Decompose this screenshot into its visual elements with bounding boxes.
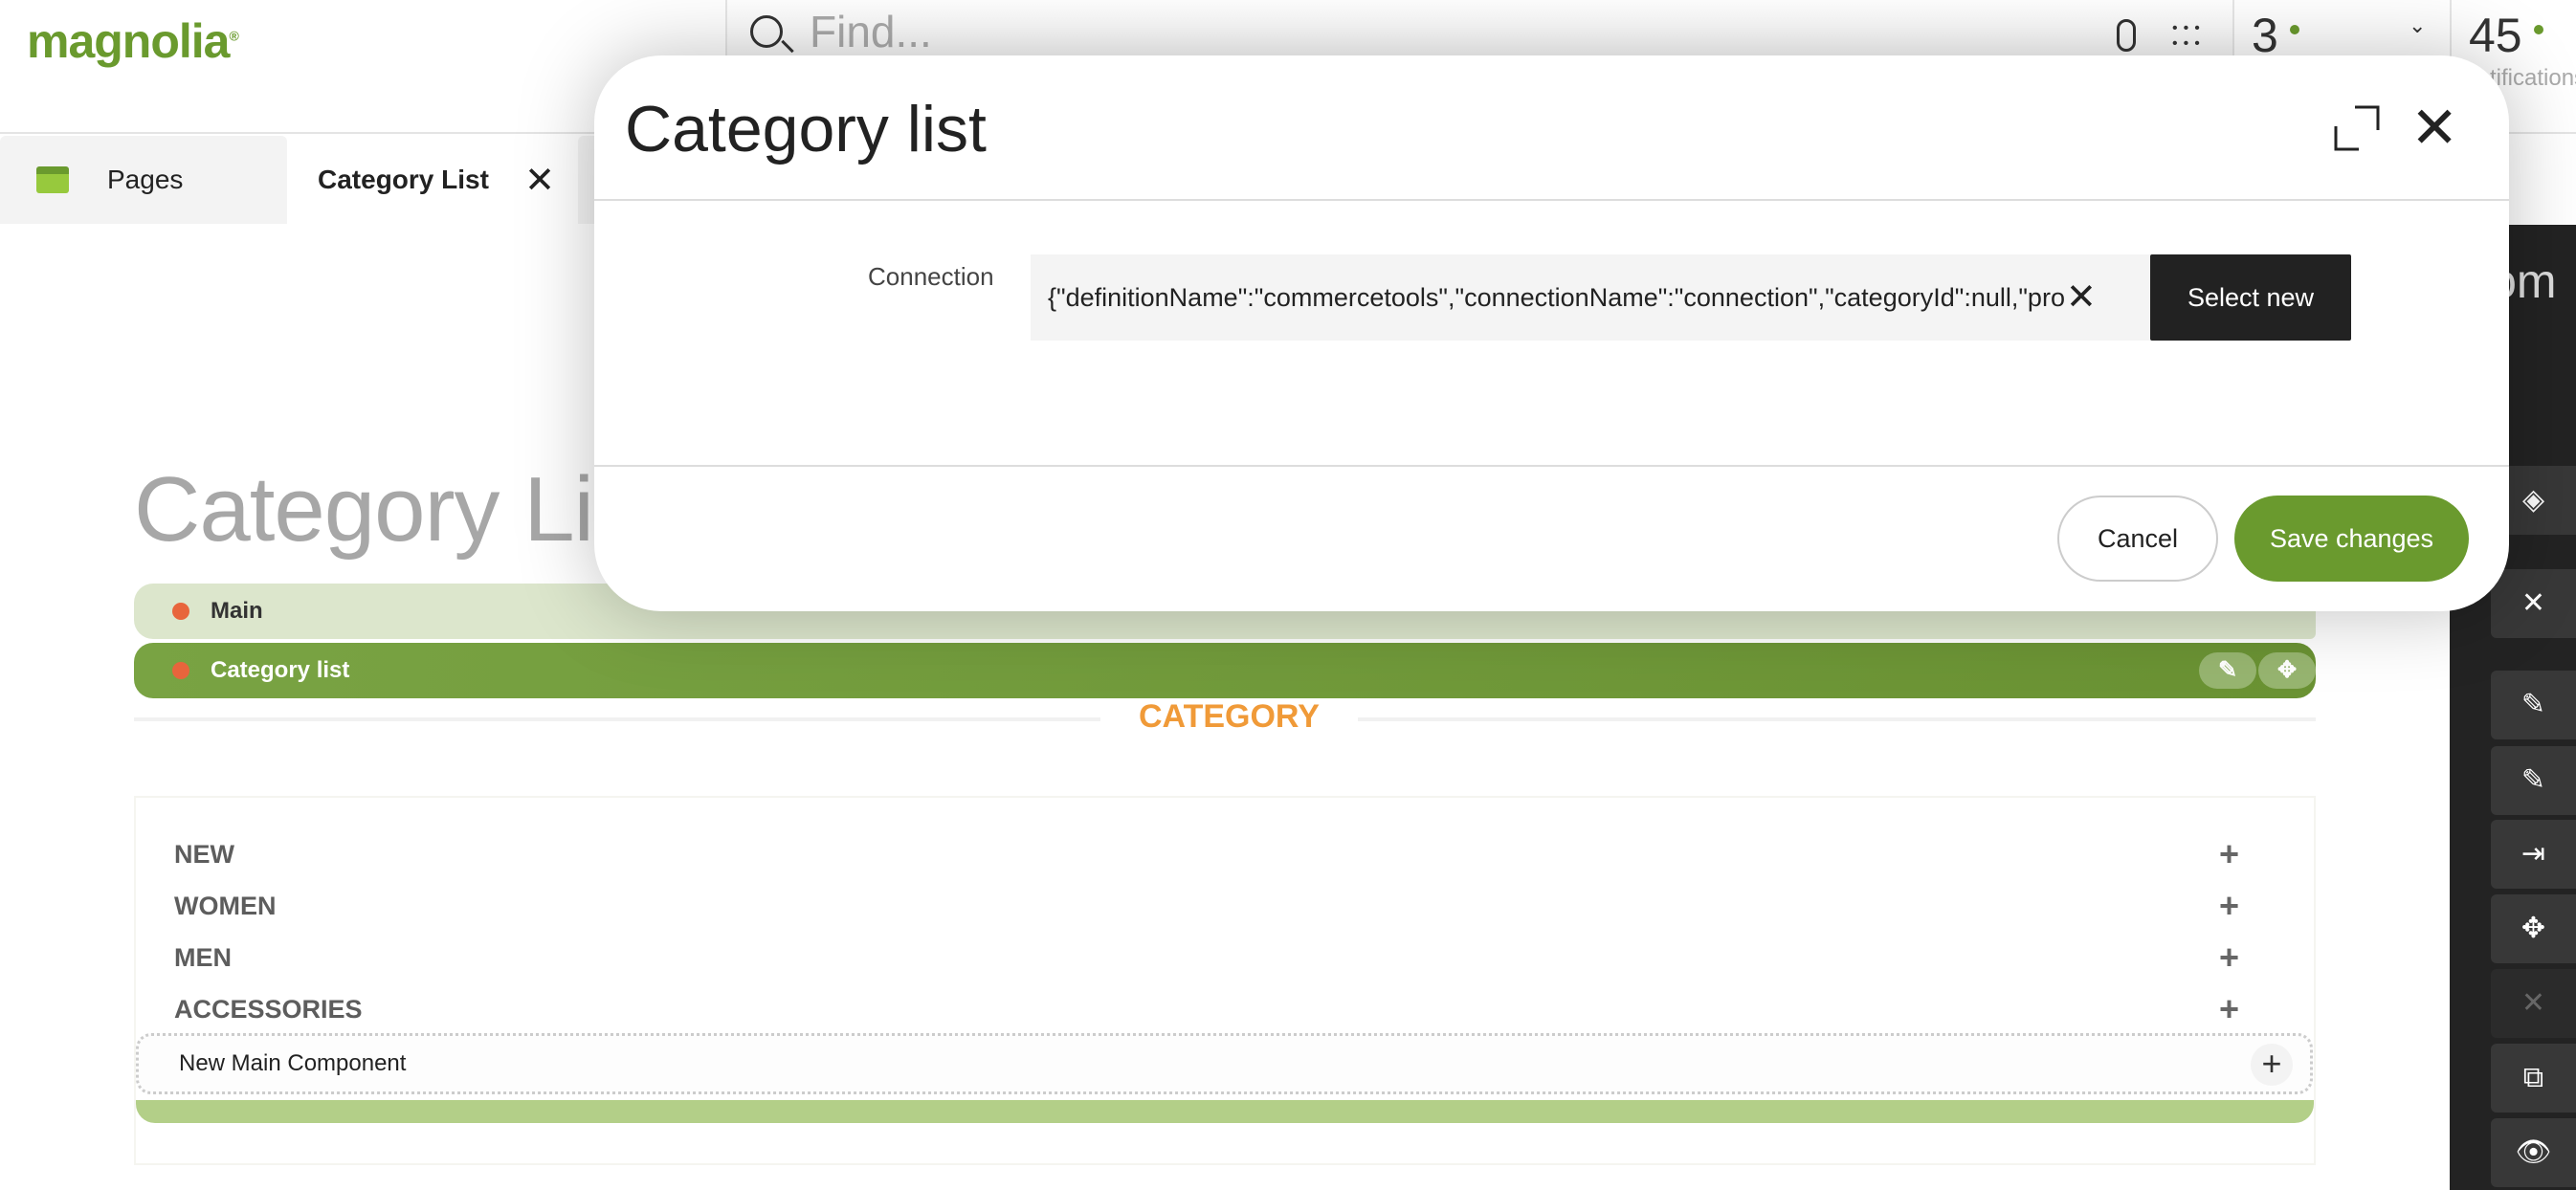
select-new-button[interactable]: Select new [2150, 254, 2351, 341]
expand-icon[interactable] [2334, 105, 2380, 151]
edit-pencil-icon[interactable]: ✎ [2199, 652, 2256, 689]
move-icon[interactable]: ✥ [2491, 894, 2576, 963]
category-heading: CATEGORY [1100, 698, 1358, 736]
add-component-plus-icon[interactable]: + [2251, 1044, 2293, 1086]
apps-count: 3 [2252, 9, 2278, 62]
close-icon: ✕ [2491, 969, 2576, 1038]
tab-category-list[interactable]: Category List ✕ [291, 136, 574, 224]
status-dot [172, 603, 189, 620]
list-item[interactable]: NEW + [174, 834, 2279, 873]
plus-icon[interactable]: + [2219, 886, 2239, 926]
plus-icon[interactable]: + [2219, 989, 2239, 1029]
edit-dialog: Category list ✕ Connection {"definitionN… [594, 55, 2509, 611]
move-in-icon[interactable]: ⇥ [2491, 820, 2576, 889]
list-item[interactable]: WOMEN + [174, 886, 2279, 925]
clear-icon[interactable]: ✕ [2066, 275, 2097, 319]
connection-label: Connection [868, 262, 994, 291]
move-icon[interactable]: ✥ [2258, 652, 2316, 689]
close-icon[interactable]: ✕ [2410, 99, 2458, 157]
divider [594, 199, 2509, 201]
pencil-icon[interactable]: ✎ [2491, 746, 2576, 815]
new-main-component[interactable]: New Main Component + [136, 1033, 2313, 1094]
microphone-icon[interactable] [2117, 19, 2136, 52]
dialog-title: Category list [625, 93, 987, 165]
list-item[interactable]: ACCESSORIES + [174, 989, 2279, 1028]
cancel-button[interactable]: Cancel [2057, 496, 2218, 582]
plus-icon[interactable]: + [2219, 834, 2239, 874]
search-icon [750, 15, 783, 48]
status-dot [2289, 25, 2299, 35]
close-tab-icon[interactable]: ✕ [524, 159, 555, 202]
notifications-label: tifications [2490, 65, 2576, 91]
plus-icon[interactable]: + [2219, 937, 2239, 978]
magnolia-logo[interactable]: magnolia® [27, 13, 239, 69]
status-dot [172, 662, 189, 679]
save-changes-button[interactable]: Save changes [2234, 496, 2469, 582]
tab-pages[interactable]: Pages [0, 136, 287, 224]
connection-field[interactable]: {"definitionName":"commercetools","conne… [1031, 254, 2150, 341]
pages-icon [36, 166, 69, 193]
search-input[interactable]: Find... [810, 6, 932, 57]
component-bar-category-list[interactable]: Category list ✎ ✥ [134, 643, 2316, 698]
chevron-down-icon[interactable]: ⌄ [2409, 13, 2426, 38]
list-item[interactable]: MEN + [174, 937, 2279, 977]
status-dot [2533, 25, 2543, 35]
close-icon[interactable]: ✕ [2491, 569, 2576, 638]
eye-icon[interactable]: 👁 [2491, 1118, 2576, 1187]
divider [594, 465, 2509, 467]
area-footer-bar [136, 1100, 2314, 1123]
copy-icon[interactable]: ⧉ [2491, 1044, 2576, 1113]
page-title: Category List [134, 458, 664, 561]
pencil-icon[interactable]: ✎ [2491, 671, 2576, 739]
notifications-count: 45 [2469, 9, 2522, 62]
